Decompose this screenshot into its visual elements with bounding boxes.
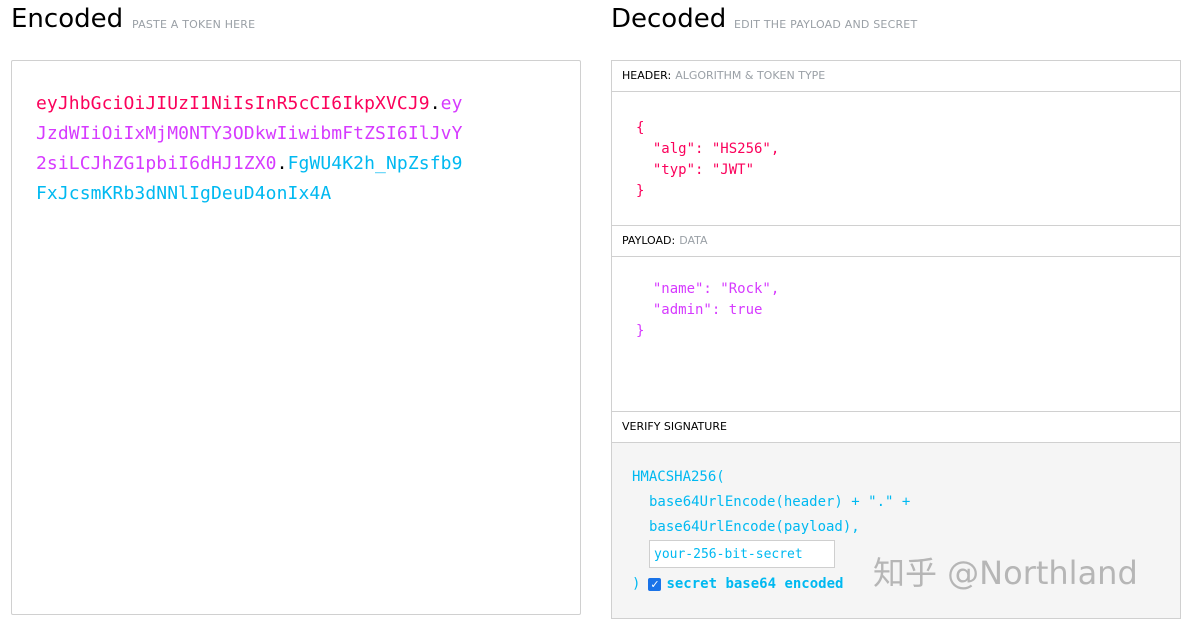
token-segment-payload: 2siLCJhZG1pbiI6dHJ1ZX0 (36, 153, 277, 174)
header-section-sublabel: ALGORITHM & TOKEN TYPE (675, 69, 826, 82)
header-section-label: HEADER: (622, 69, 672, 82)
secret-input[interactable] (649, 540, 835, 568)
encoded-token-textarea[interactable]: eyJhbGciOiJIUzI1NiIsInR5cCI6IkpXVCJ9.ey J… (11, 60, 581, 615)
header-json-line: } (636, 183, 645, 199)
payload-json-line: "admin": true (636, 302, 763, 318)
header-json-line: "typ": "JWT" (636, 162, 755, 178)
encoded-subtitle: PASTE A TOKEN HERE (132, 18, 256, 31)
token-line: FxJcsmKRb3dNNlIgDeuD4onIx4A (36, 179, 536, 209)
token-segment-header: eyJhbGciOiJIUzI1NiIsInR5cCI6IkpXVCJ9 (36, 93, 430, 114)
signature-function-line: HMACSHA256( (632, 469, 725, 485)
payload-section-sublabel: DATA (679, 234, 708, 247)
token-line: JzdWIiOiIxMjM0NTY3ODkwIiwibmFtZSI6IlJvY (36, 119, 536, 149)
header-json-line: "alg": "HS256", (636, 141, 780, 157)
base64-checkbox[interactable]: ✓ (648, 578, 662, 591)
token-segment-payload: ey (440, 93, 463, 114)
token-segment-sig: FgWU4K2h_NpZsfb9 (287, 153, 463, 174)
token-line: 2siLCJhZG1pbiI6dHJ1ZX0.FgWU4K2h_NpZsfb9 (36, 149, 536, 179)
base64-checkbox-label[interactable]: secret base64 encoded (666, 572, 843, 597)
payload-section-heading: PAYLOAD: DATA (611, 225, 1181, 257)
token-segment-dot: . (276, 153, 288, 174)
payload-json-line: } (636, 323, 645, 339)
header-json-line: { (636, 120, 645, 136)
encoded-token-text[interactable]: eyJhbGciOiJIUzI1NiIsInR5cCI6IkpXVCJ9.ey J… (36, 89, 536, 209)
token-segment-payload: JzdWIiOiIxMjM0NTY3ODkwIiwibmFtZSI6IlJvY (36, 123, 463, 144)
payload-section-label: PAYLOAD: (622, 234, 676, 247)
decoded-subtitle: EDIT THE PAYLOAD AND SECRET (734, 18, 918, 31)
decoded-title: Decoded (611, 4, 727, 34)
payload-json-line: "name": "Rock", (636, 281, 780, 297)
decoded-panel: HEADER: ALGORITHM & TOKEN TYPE { "alg": "… (611, 60, 1181, 619)
encoded-title: Encoded (11, 4, 124, 34)
signature-section-label: VERIFY SIGNATURE (622, 420, 727, 433)
signature-payload-line: base64UrlEncode(payload), (649, 519, 860, 535)
signature-header-line: base64UrlEncode(header) + "." + (649, 494, 911, 510)
token-segment-sig: FxJcsmKRb3dNNlIgDeuD4onIx4A (36, 183, 332, 204)
header-section-heading: HEADER: ALGORITHM & TOKEN TYPE (611, 60, 1181, 92)
token-line: eyJhbGciOiJIUzI1NiIsInR5cCI6IkpXVCJ9.ey (36, 89, 536, 119)
header-json-editor[interactable]: { "alg": "HS256", "typ": "JWT"} (611, 92, 1181, 225)
signature-closing-paren: ) (632, 576, 641, 592)
watermark-text: 知乎 @Northland (873, 554, 1138, 592)
signature-section-heading: VERIFY SIGNATURE (611, 411, 1181, 443)
payload-json-editor[interactable]: "name": "Rock", "admin": true} (611, 257, 1181, 411)
token-segment-dot: . (429, 93, 441, 114)
